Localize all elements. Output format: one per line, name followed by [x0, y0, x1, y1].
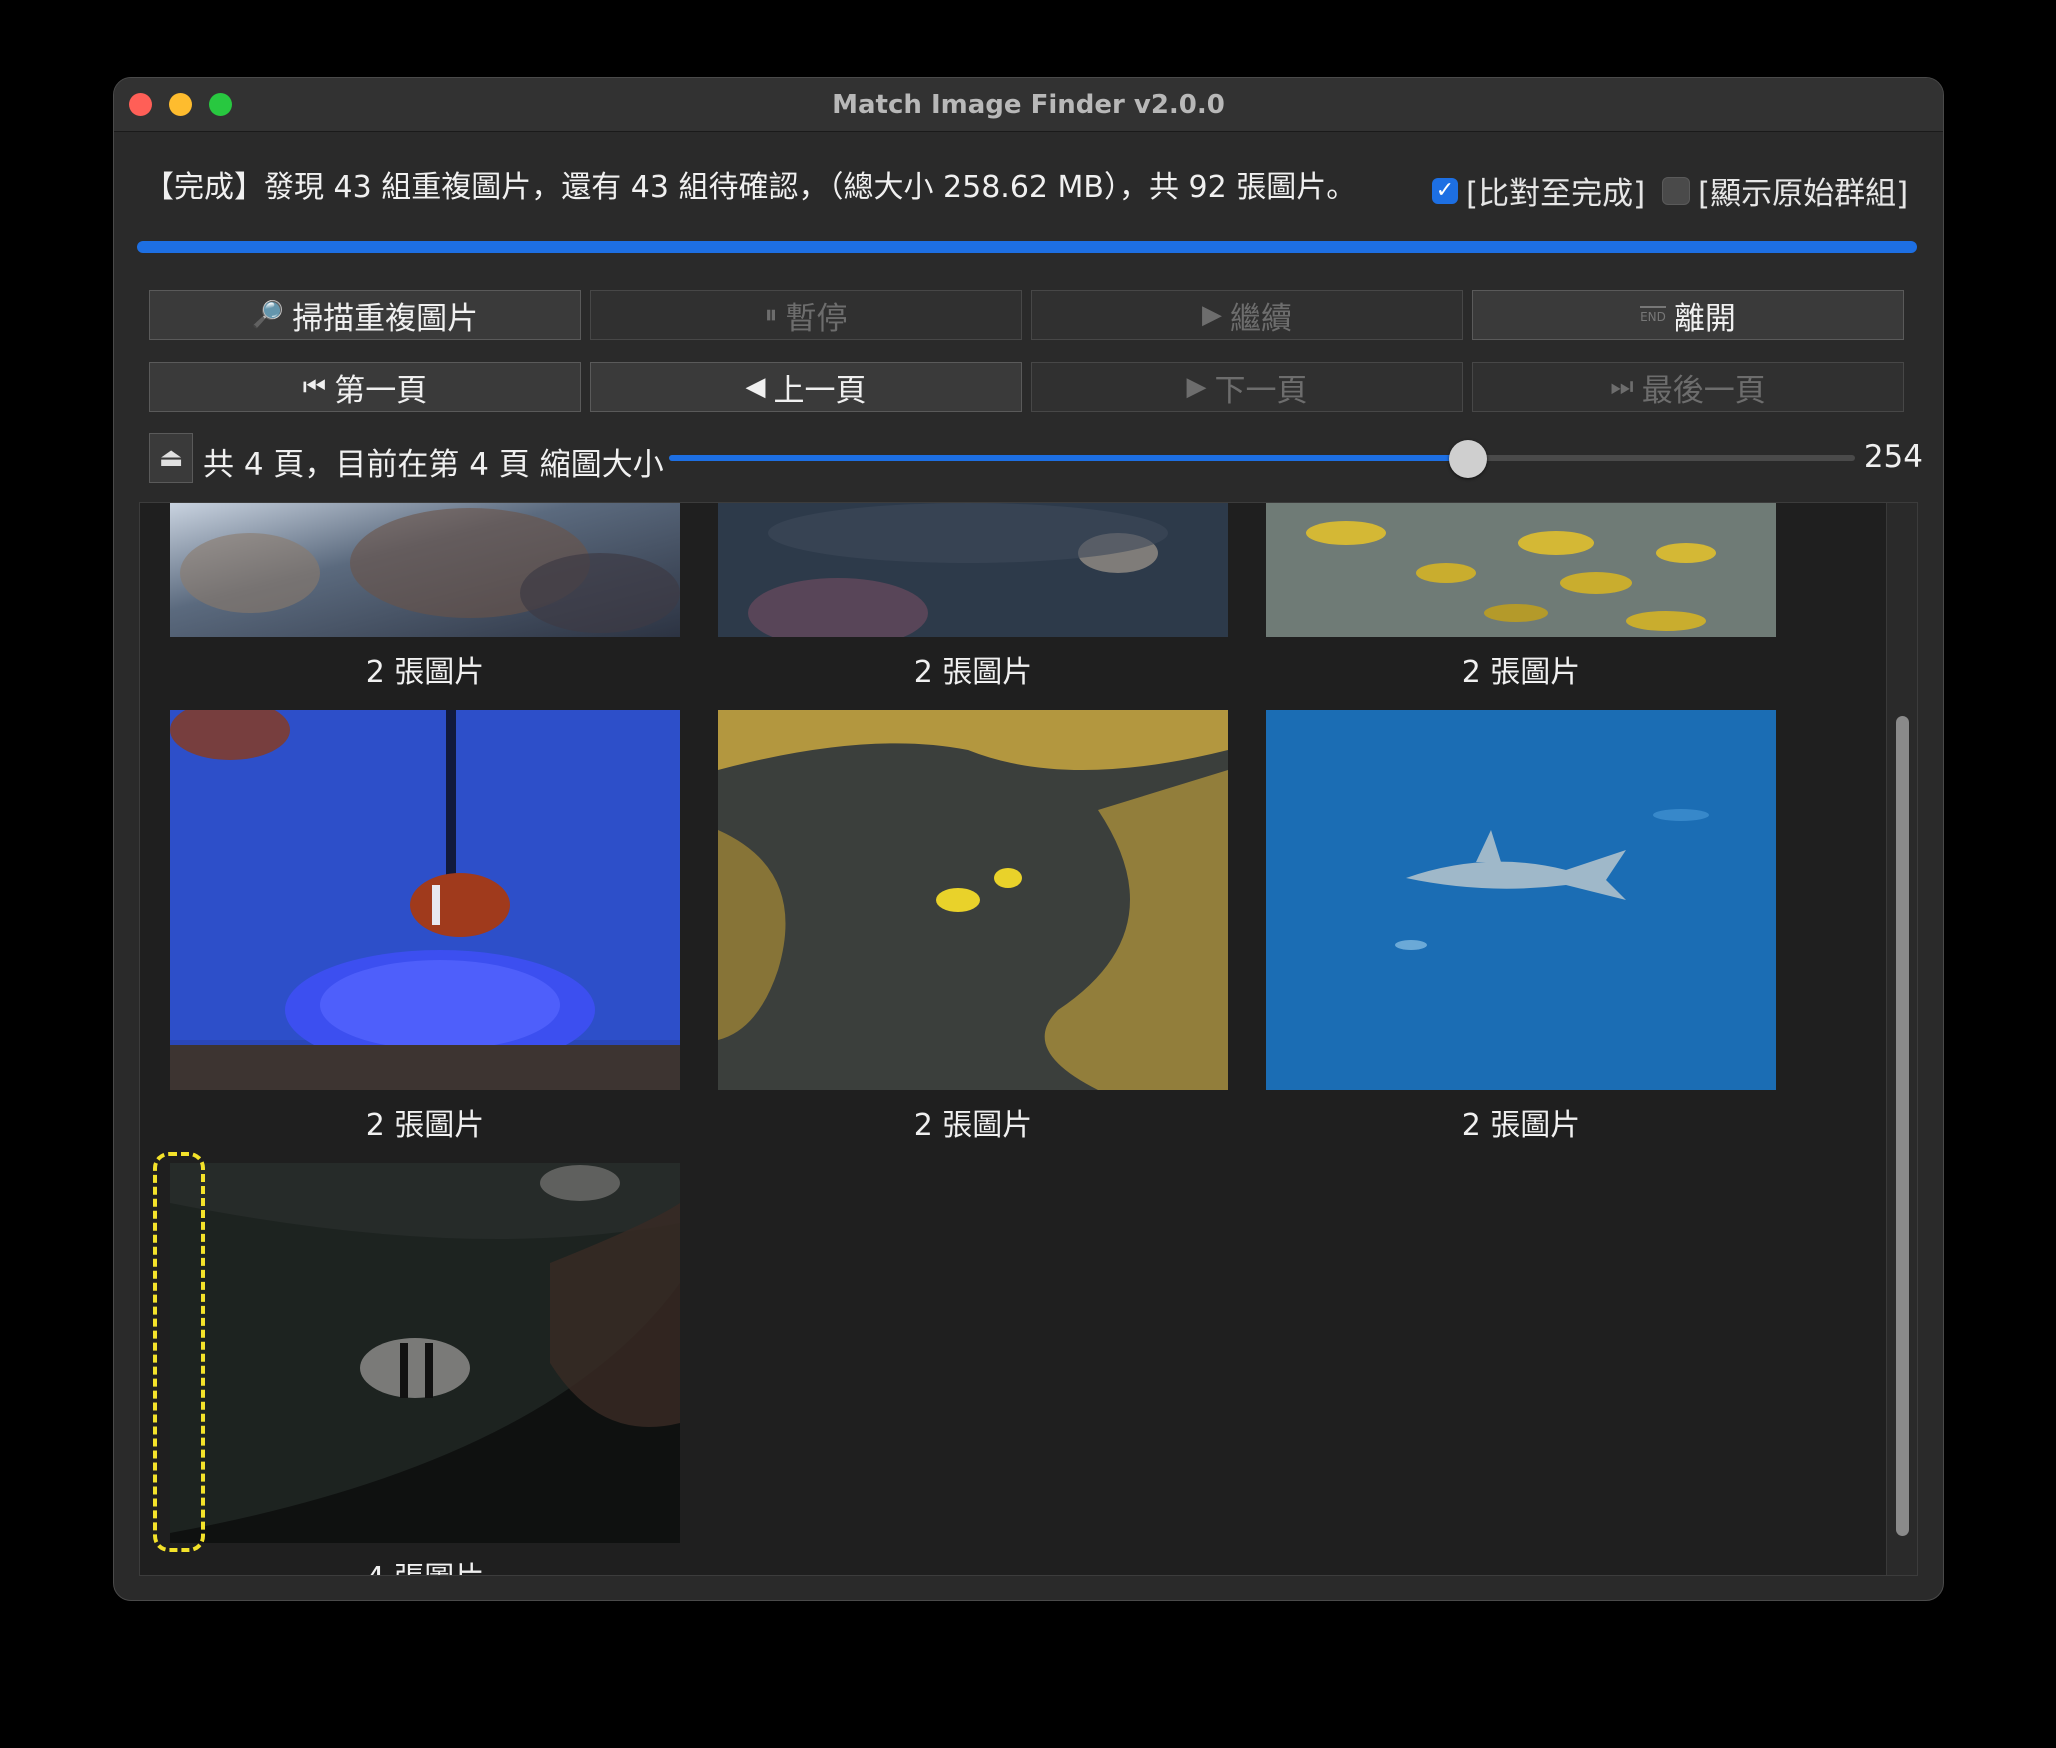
group-caption: 2 張圖片: [913, 655, 1033, 690]
previous-page-label: 上一頁: [773, 372, 867, 409]
group-thumbnail[interactable]: [170, 1163, 680, 1543]
pause-button[interactable]: ⏸ 暫停: [590, 290, 1022, 340]
group-thumbnail[interactable]: [718, 710, 1228, 1090]
group-thumbnail[interactable]: [170, 503, 680, 637]
window-title: Match Image Finder v2.0.0: [832, 90, 1225, 120]
previous-page-button[interactable]: ◀ 上一頁: [590, 362, 1022, 412]
next-page-button[interactable]: ▶ 下一頁: [1031, 362, 1463, 412]
resume-button[interactable]: ▶ 繼續: [1031, 290, 1463, 340]
magnifier-icon: 🔎: [251, 300, 285, 330]
compare-to-end-label: [比對至完成]: [1466, 176, 1646, 212]
selection-highlight: [153, 1152, 205, 1552]
eject-button[interactable]: ⏏: [149, 433, 193, 483]
scan-duplicates-label: 掃描重複圖片: [292, 300, 479, 337]
group-caption: 2 張圖片: [365, 655, 485, 690]
results-grid: 2 張圖片 2 張圖片 2 張圖片 2 張圖片 2 張圖片 2 張圖片: [139, 502, 1918, 1576]
thumbnail-size-slider[interactable]: [669, 440, 1855, 478]
show-original-groups-label: [顯示原始群組]: [1698, 176, 1909, 212]
play-icon: ▶: [1202, 300, 1222, 330]
thumbnail-size-value: 254: [1863, 439, 1923, 475]
group-caption: 2 張圖片: [913, 1108, 1033, 1143]
exit-label: 離開: [1673, 300, 1736, 337]
skip-to-start-icon: ⏮: [302, 371, 327, 402]
group-caption: 2 張圖片: [1461, 1108, 1581, 1143]
page-info-text: 共 4 頁，目前在第 4 頁 縮圖大小: [203, 447, 664, 483]
slider-fill: [669, 455, 1469, 461]
previous-arrow-icon: ◀: [745, 372, 766, 402]
group-thumbnail[interactable]: [718, 503, 1228, 637]
group-caption: 2 張圖片: [1461, 655, 1581, 690]
next-page-label: 下一頁: [1214, 372, 1308, 409]
last-page-label: 最後一頁: [1641, 372, 1766, 409]
pause-label: 暫停: [785, 300, 848, 337]
resume-label: 繼續: [1230, 300, 1292, 337]
skip-to-end-icon: ⏭: [1610, 371, 1634, 402]
group-caption: 4 張圖片: [170, 1553, 680, 1575]
scrollbar-thumb[interactable]: [1896, 716, 1909, 1536]
group-caption: 2 張圖片: [365, 1108, 485, 1143]
slider-knob[interactable]: [1449, 440, 1488, 478]
compare-to-end-checkbox[interactable]: ✓ [比對至完成]: [1432, 168, 1645, 213]
scan-duplicates-button[interactable]: 🔎 掃描重複圖片: [149, 290, 581, 340]
show-original-groups-checkbox[interactable]: [顯示原始群組]: [1662, 168, 1908, 213]
title-bar: Match Image Finder v2.0.0: [114, 78, 1943, 132]
scan-progress-bar: [137, 241, 1917, 253]
last-page-button[interactable]: ⏭ 最後一頁: [1472, 362, 1904, 412]
app-window: Match Image Finder v2.0.0 【完成】發現 43 組重複圖…: [113, 77, 1944, 1601]
first-page-button[interactable]: ⏮ 第一頁: [149, 362, 581, 412]
unchecked-box-icon: [1662, 176, 1690, 205]
group-thumbnail[interactable]: [1266, 503, 1776, 637]
pause-icon: ⏸: [764, 299, 778, 330]
next-arrow-icon: ▶: [1186, 372, 1207, 402]
status-text: 【完成】發現 43 組重複圖片，還有 43 組待確認，（總大小 258.62 M…: [144, 170, 1357, 205]
page-info-row: ⏏ 共 4 頁，目前在第 4 頁 縮圖大小 254: [149, 433, 1923, 485]
checkmark-icon: ✓: [1432, 177, 1458, 204]
first-page-label: 第一頁: [334, 372, 428, 409]
exit-button[interactable]: END 離開: [1472, 290, 1904, 340]
eject-icon: ⏏: [158, 443, 184, 473]
vertical-scrollbar[interactable]: [1886, 503, 1917, 1575]
group-thumbnail[interactable]: [1266, 710, 1776, 1090]
end-icon: END: [1640, 306, 1666, 324]
group-thumbnail[interactable]: [170, 710, 680, 1090]
